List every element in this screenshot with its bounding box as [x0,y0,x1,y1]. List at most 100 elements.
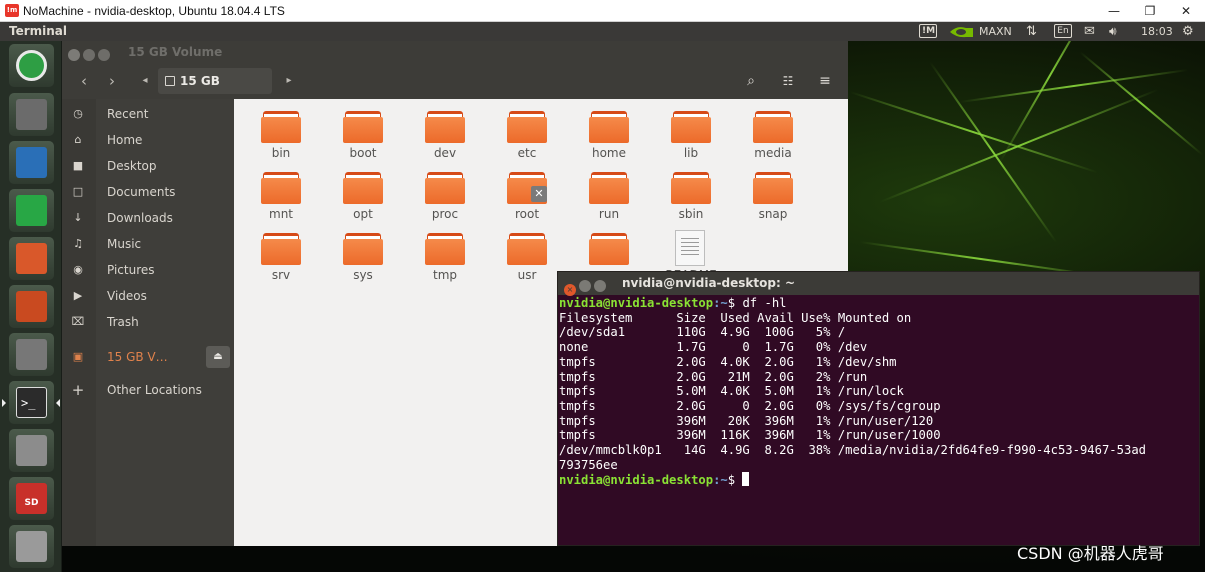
launcher-libreoffice-impress-button[interactable] [9,237,54,280]
sidebar-item-downloads[interactable]: ↓ Downloads [62,206,234,230]
back-button[interactable]: ‹ [72,68,96,94]
downloads-icon: ↓ [73,211,83,224]
eject-icon[interactable]: ⏏ [206,346,230,368]
folder-item[interactable]: sys [322,229,404,287]
text-line [681,238,699,239]
nomachine-indicator-icon[interactable]: !M [919,24,937,38]
launcher-ubuntu-dash-button[interactable] [9,44,54,87]
folder-item[interactable]: proc [404,168,486,226]
nomachine-window-title: NoMachine - nvidia-desktop, Ubuntu 18.04… [23,4,285,18]
documents-icon: □ [72,185,84,198]
terminal-close-button[interactable]: × [564,284,576,296]
path-left-arrow-icon[interactable]: ◂ [136,68,154,94]
folder-item[interactable]: opt [322,168,404,226]
nvidia-indicator-icon[interactable] [948,25,974,40]
sidebar-item-volume[interactable]: ▣ 15 GB V… ⏏ [62,345,234,369]
folder-item[interactable]: boot [322,107,404,165]
folder-item[interactable]: ✕ root [486,168,568,226]
sidebar-item-label: Trash [107,315,139,329]
folder-item[interactable]: etc [486,107,568,165]
item-name: srv [271,268,291,282]
power-mode-label[interactable]: MAXN [979,24,1012,39]
folder-item[interactable]: mnt [240,168,322,226]
folder-item[interactable]: dev [404,107,486,165]
sidebar-item-home[interactable]: ⌂ Home [62,128,234,152]
mail-icon[interactable]: ✉ [1084,24,1095,39]
minimize-window-button[interactable] [83,49,95,61]
launcher-files-button[interactable] [9,93,54,136]
sidebar-item-label: Videos [107,289,147,303]
item-name: bin [271,146,291,160]
sidebar-item-pictures[interactable]: ◉ Pictures [62,258,234,282]
text-line [681,250,699,251]
sidebar-item-music[interactable]: ♫ Music [62,232,234,256]
folder-item[interactable]: lib [650,107,732,165]
folder-item[interactable]: run [568,168,650,226]
prompt-path: :~ [713,473,728,488]
output-line: none 1.7G 0 1.7G 0% /dev [559,340,868,355]
settings-gear-icon[interactable]: ⚙ [1182,24,1194,39]
pictures-icon: ◉ [73,263,83,276]
folder-body [425,117,465,143]
keyboard-layout-indicator[interactable]: En [1054,24,1072,38]
clock[interactable]: 18:03 [1141,24,1173,39]
sidebar-item-other-locations[interactable]: + Other Locations [62,378,234,402]
launcher-system-settings-button[interactable] [9,333,54,376]
search-icon[interactable]: ⌕ [736,68,766,94]
launcher-terminal-button[interactable]: >_ [9,381,54,424]
forward-button[interactable]: › [100,68,124,94]
menu-icon[interactable]: ≡ [810,68,840,94]
view-options-icon[interactable]: ☷ [773,68,803,94]
minimize-button[interactable]: — [1096,0,1132,22]
wallpaper-streak [879,88,1159,203]
sidebar-item-videos[interactable]: ▶ Videos [62,284,234,308]
sidebar-item-desktop[interactable]: ■ Desktop [62,154,234,178]
sidebar-item-recent[interactable]: ◷ Recent [62,102,234,126]
libreoffice-impress-icon [16,243,47,274]
trash-icon: ⌧ [71,315,85,328]
launcher-software-center-button[interactable] [9,285,54,328]
network-icon[interactable]: ⇅ [1026,24,1037,39]
output-line: tmpfs 2.0G 0 2.0G 0% /sys/fs/cgroup [559,398,941,413]
folder-body [261,239,301,265]
close-window-button[interactable] [68,49,80,61]
folder-icon [671,111,711,143]
folder-item[interactable]: bin [240,107,322,165]
path-bar-current[interactable]: 15 GB Volume [158,68,272,114]
folder-item[interactable]: snap [732,168,814,226]
folder-item[interactable]: tmp [404,229,486,287]
maximize-window-button[interactable] [98,49,110,61]
folder-icon [343,111,383,143]
terminal-output[interactable]: nvidia@nvidia-desktop:~$ df -hl Filesyste… [559,296,1199,488]
launcher-libreoffice-calc-button[interactable] [9,189,54,232]
folder-item[interactable]: srv [240,229,322,287]
folder-icon [425,172,465,204]
folder-item[interactable]: usr [486,229,568,287]
music-icon: ♫ [73,237,83,250]
terminal-minimize-button[interactable] [579,280,591,292]
item-name: snap [758,207,788,221]
command-text: df -hl [742,296,787,310]
path-right-arrow-icon[interactable]: ▸ [280,68,298,94]
folder-icon [507,233,547,265]
item-name: mnt [269,207,293,221]
launcher-disk-button[interactable] [9,525,54,568]
terminal-maximize-button[interactable] [594,280,606,292]
item-name: run [598,207,620,221]
sidebar-item-trash[interactable]: ⌧ Trash [62,310,234,334]
launcher-sd-card-button[interactable]: SD [9,477,54,520]
folder-body [261,178,301,204]
close-button[interactable]: ✕ [1168,0,1204,22]
folder-item[interactable]: home [568,107,650,165]
restore-button[interactable]: ❐ [1132,0,1168,22]
launcher-drive-button[interactable] [9,429,54,472]
folder-item[interactable]: media [732,107,814,165]
text-document-icon [675,230,705,266]
item-name: proc [431,207,459,221]
launcher-libreoffice-writer-button[interactable] [9,141,54,184]
sidebar-item-documents[interactable]: □ Documents [62,180,234,204]
item-name: media [754,146,792,160]
volume-icon[interactable]: 🔊︎ [1109,24,1117,39]
no-access-badge-icon: ✕ [531,186,547,202]
folder-item[interactable]: sbin [650,168,732,226]
